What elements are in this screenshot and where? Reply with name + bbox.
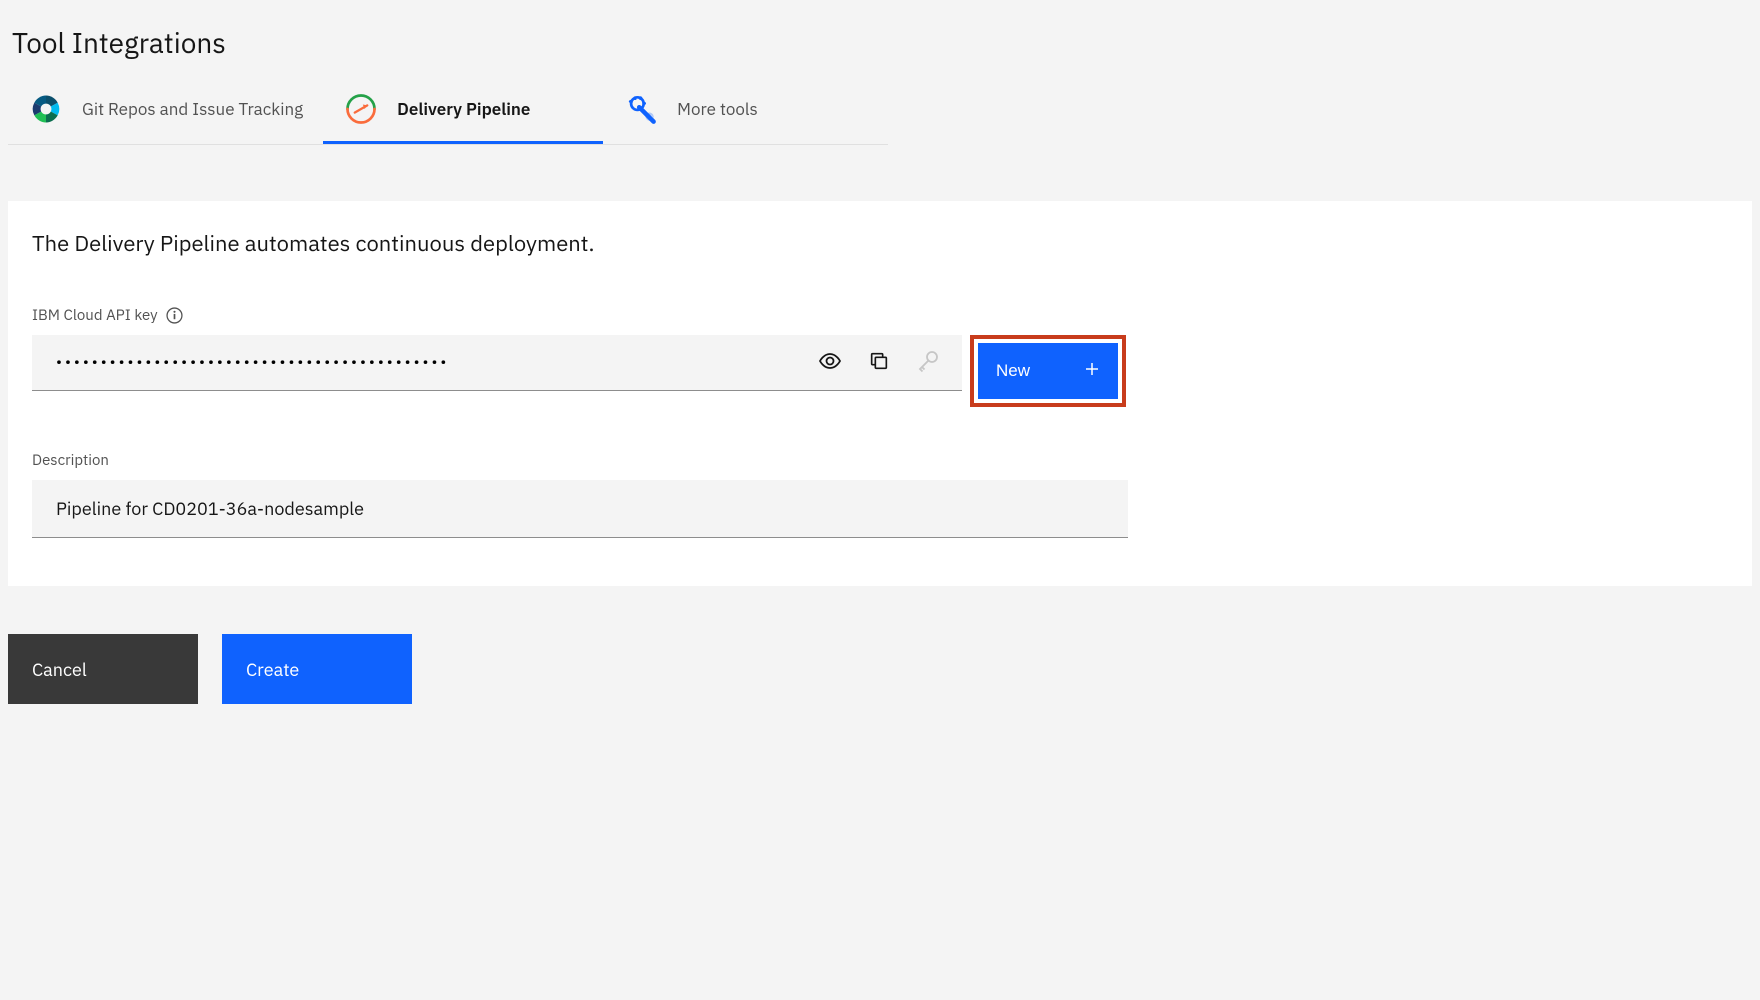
key-icon bbox=[916, 349, 940, 376]
donut-icon bbox=[28, 91, 64, 127]
copy-icon bbox=[868, 350, 890, 375]
eye-icon bbox=[818, 349, 842, 376]
tab-more-tools[interactable]: More tools bbox=[603, 77, 883, 144]
key-button[interactable] bbox=[912, 345, 944, 380]
api-key-label: IBM Cloud API key bbox=[32, 306, 1728, 325]
tab-label: Delivery Pipeline bbox=[397, 98, 530, 121]
cancel-button[interactable]: Cancel bbox=[8, 634, 198, 704]
content-description: The Delivery Pipeline automates continuo… bbox=[32, 229, 1728, 258]
create-button[interactable]: Create bbox=[222, 634, 412, 704]
tab-git-repos[interactable]: Git Repos and Issue Tracking bbox=[8, 77, 323, 144]
new-button[interactable]: New bbox=[978, 343, 1118, 399]
api-key-input-wrap bbox=[32, 335, 962, 391]
api-key-input[interactable] bbox=[32, 335, 814, 390]
api-key-label-text: IBM Cloud API key bbox=[32, 306, 158, 325]
description-input[interactable] bbox=[32, 480, 1128, 538]
new-button-label: New bbox=[996, 361, 1030, 381]
input-actions bbox=[814, 345, 962, 380]
content-card: The Delivery Pipeline automates continuo… bbox=[8, 201, 1752, 586]
api-key-field: IBM Cloud API key bbox=[32, 306, 1728, 407]
wrench-gear-icon bbox=[623, 91, 659, 127]
plus-icon bbox=[1084, 361, 1100, 382]
description-field: Description bbox=[32, 451, 1128, 538]
tab-label: More tools bbox=[677, 98, 758, 121]
tab-delivery-pipeline[interactable]: Delivery Pipeline bbox=[323, 77, 603, 144]
new-button-highlight: New bbox=[970, 335, 1126, 407]
pipeline-icon bbox=[343, 91, 379, 127]
page-title: Tool Integrations bbox=[0, 0, 1760, 77]
description-label: Description bbox=[32, 451, 1128, 470]
info-icon[interactable] bbox=[166, 307, 183, 324]
tab-label: Git Repos and Issue Tracking bbox=[82, 98, 303, 121]
copy-button[interactable] bbox=[864, 346, 894, 379]
tabs-container: Git Repos and Issue Tracking Delivery Pi… bbox=[8, 77, 888, 145]
api-key-row: New bbox=[32, 335, 1728, 407]
reveal-button[interactable] bbox=[814, 345, 846, 380]
footer-actions: Cancel Create bbox=[8, 634, 1752, 704]
